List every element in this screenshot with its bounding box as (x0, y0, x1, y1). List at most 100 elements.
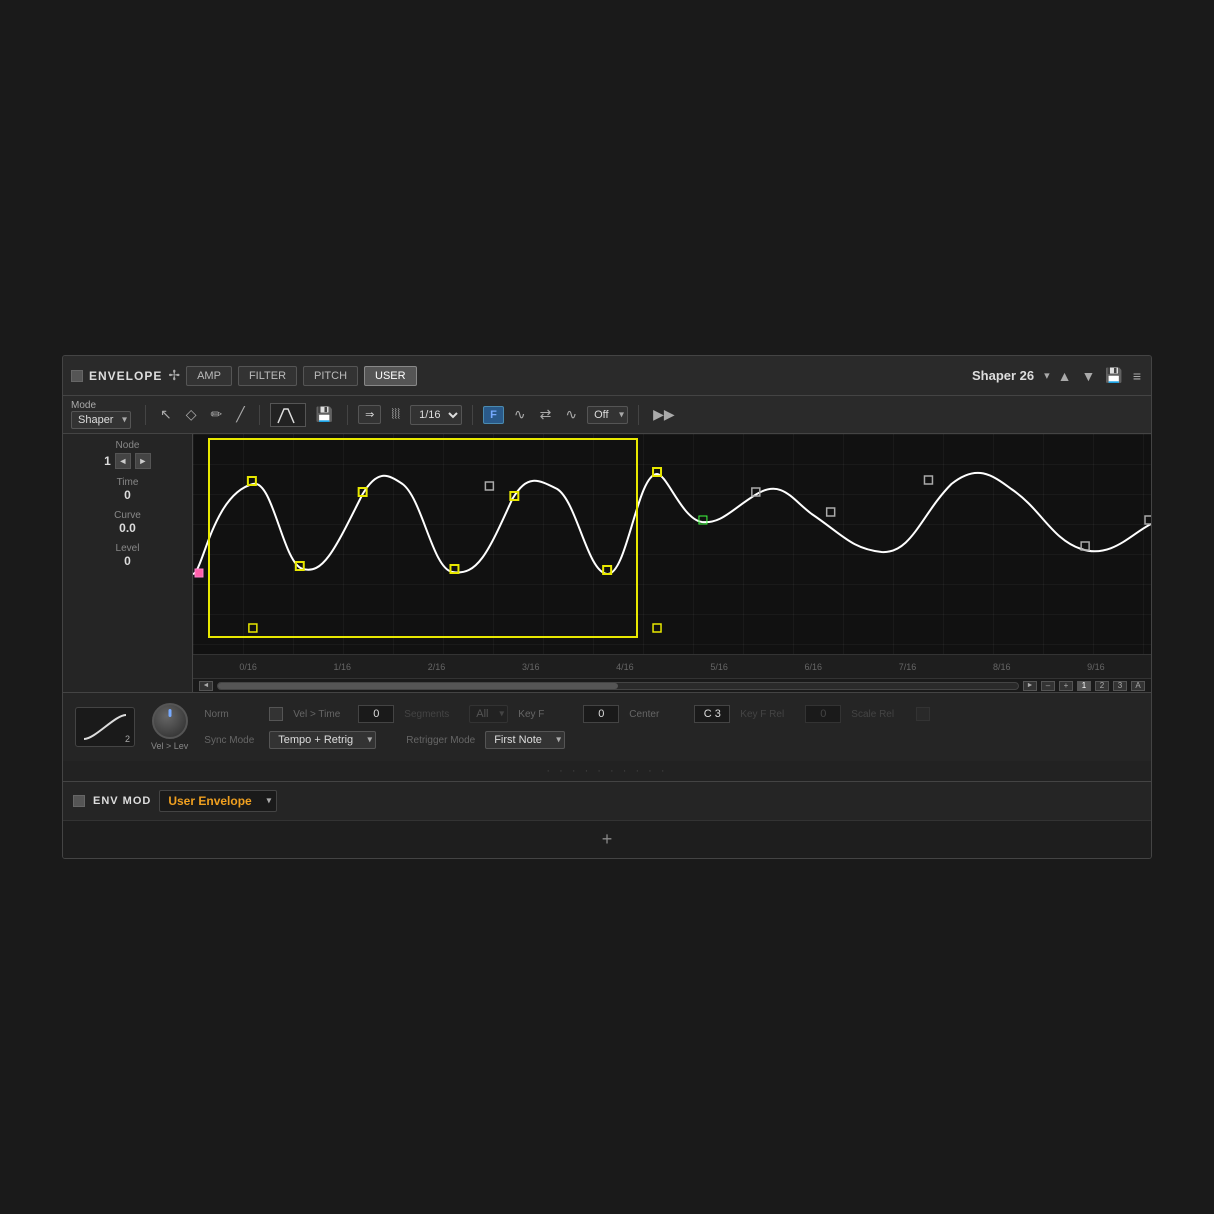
knob-container: Vel > Lev (151, 703, 188, 751)
envelope-shape-icon[interactable] (270, 403, 306, 427)
time-param: Time 0 (71, 477, 184, 502)
shuffle-btn[interactable]: ⇄ (536, 404, 556, 425)
curve-num: 2 (125, 734, 130, 744)
grid-select[interactable]: 1/16 (410, 405, 462, 425)
env-mod-select[interactable]: User Envelope (159, 790, 277, 812)
off-select[interactable]: Off (587, 406, 628, 424)
retrigger-select-wrap: First Note (485, 731, 565, 749)
node-value: 1 (104, 454, 111, 468)
save-btn[interactable]: 💾 (1103, 365, 1124, 386)
freeze-btn[interactable]: F (483, 406, 504, 424)
segments-label: Segments (404, 709, 459, 720)
loop-btn[interactable]: ⇒ (358, 405, 381, 424)
envelope-canvas (193, 434, 1151, 654)
retrigger-label: Retrigger Mode (406, 735, 475, 746)
page-2-btn[interactable]: 2 (1095, 681, 1109, 691)
vel-lev-knob[interactable] (152, 703, 188, 739)
mode-wrapper: Shaper (71, 411, 131, 429)
sync-mode-select[interactable]: Tempo + Retrig (269, 731, 376, 749)
curve-param: Curve 0.0 (71, 510, 184, 535)
mode-label: Mode (71, 400, 96, 411)
sync-select-wrap: Tempo + Retrig (269, 731, 376, 749)
scroll-right-btn[interactable]: ► (1023, 681, 1037, 691)
shaper-down-btn[interactable]: ▼ (1080, 366, 1098, 386)
center-value[interactable]: C 3 (694, 705, 730, 723)
key-f-label: Key F (518, 709, 573, 720)
scroll-plus-btn[interactable]: + (1059, 681, 1073, 691)
scrollbar-thumb (218, 683, 618, 689)
pencil-tool-btn[interactable]: ✏ (207, 404, 227, 425)
knob-label: Vel > Lev (151, 741, 188, 751)
add-button[interactable]: + (602, 829, 613, 850)
timeline-marker-7: 7/16 (860, 662, 954, 672)
node-stepper: 1 ◄ ► (71, 453, 184, 469)
key-f-rel-value: 0 (805, 705, 841, 723)
smooth-btn[interactable]: ∿ (561, 404, 581, 425)
node-prev-btn[interactable]: ◄ (115, 453, 131, 469)
timeline-marker-3: 3/16 (484, 662, 578, 672)
tab-pitch[interactable]: PITCH (303, 366, 358, 386)
main-area: Node 1 ◄ ► Time 0 Curve 0.0 Level 0 (63, 434, 1151, 692)
tab-filter[interactable]: FILTER (238, 366, 297, 386)
off-select-wrap: Off (587, 406, 628, 424)
sync-mode-label: Sync Mode (204, 735, 259, 746)
timeline-marker-4: 4/16 (578, 662, 672, 672)
vel-time-value[interactable]: 0 (358, 705, 394, 723)
add-row: + (63, 820, 1151, 858)
separator-1 (145, 405, 146, 425)
save-preset-btn[interactable]: 💾 (312, 404, 337, 425)
select-tool-btn[interactable]: ↖ (156, 404, 176, 425)
collapse-button[interactable] (71, 370, 83, 382)
segments-select[interactable]: All (469, 705, 508, 723)
scale-rel-checkbox (916, 707, 930, 721)
left-panel: Node 1 ◄ ► Time 0 Curve 0.0 Level 0 (63, 434, 193, 692)
page-a-btn[interactable]: A (1131, 681, 1145, 691)
wave-btn[interactable]: ∿ (510, 404, 530, 425)
key-f-value[interactable]: 0 (583, 705, 619, 723)
curve-label: Curve (71, 510, 184, 521)
page-3-btn[interactable]: 3 (1113, 681, 1127, 691)
eraser-tool-btn[interactable]: ◇ (182, 404, 201, 425)
tab-user[interactable]: USER (364, 366, 417, 386)
timeline-marker-5: 5/16 (672, 662, 766, 672)
move-icon[interactable]: ✢ (168, 367, 180, 384)
menu-btn[interactable]: ≡ (1131, 366, 1143, 386)
curve-value: 0.0 (71, 521, 184, 535)
grid-icon-btn[interactable]: ⦚⦚⦚ (387, 404, 404, 425)
envelope-area[interactable]: 0/16 1/16 2/16 3/16 4/16 5/16 6/16 7/16 … (193, 434, 1151, 692)
curve-display: 2 (75, 707, 135, 747)
time-value: 0 (71, 488, 184, 502)
norm-checkbox[interactable] (269, 707, 283, 721)
play-btn[interactable]: ▶▶ (649, 404, 679, 425)
env-mod-icon (73, 795, 85, 807)
timeline-marker-2: 2/16 (389, 662, 483, 672)
mode-select[interactable]: Shaper (71, 411, 131, 429)
center-label: Center (629, 709, 684, 720)
separator-3 (347, 405, 348, 425)
retrigger-select[interactable]: First Note (485, 731, 565, 749)
node-label: Node (71, 440, 184, 451)
envelope-svg (193, 434, 1151, 634)
node-next-btn[interactable]: ► (135, 453, 151, 469)
page-1-btn[interactable]: 1 (1077, 681, 1091, 691)
line-tool-btn[interactable]: ╱ (232, 404, 248, 425)
separator-5 (638, 405, 639, 425)
header-title: ENVELOPE (89, 369, 162, 383)
vel-time-label: Vel > Time (293, 709, 348, 720)
env-select-wrap: User Envelope (159, 790, 277, 812)
ctrl-group: Norm Vel > Time 0 Segments All Key F 0 C… (204, 705, 930, 749)
shaper-name: Shaper 26 (972, 368, 1034, 383)
time-label: Time (71, 477, 184, 488)
norm-row: Norm Vel > Time 0 Segments All Key F 0 C… (204, 705, 930, 723)
scrollbar-track[interactable] (217, 682, 1019, 690)
level-label: Level (71, 543, 184, 554)
shaper-up-btn[interactable]: ▲ (1056, 366, 1074, 386)
tab-amp[interactable]: AMP (186, 366, 232, 386)
env-mod-title: ENV MOD (93, 795, 151, 807)
timeline: 0/16 1/16 2/16 3/16 4/16 5/16 6/16 7/16 … (193, 654, 1151, 678)
scroll-minus-btn[interactable]: – (1041, 681, 1055, 691)
shaper-dropdown-arrow[interactable]: ▾ (1044, 369, 1050, 382)
scrollbar-area: ◄ ► – + 1 2 3 A (193, 678, 1151, 692)
scroll-left-btn[interactable]: ◄ (199, 681, 213, 691)
scale-rel-label: Scale Rel (851, 709, 906, 720)
